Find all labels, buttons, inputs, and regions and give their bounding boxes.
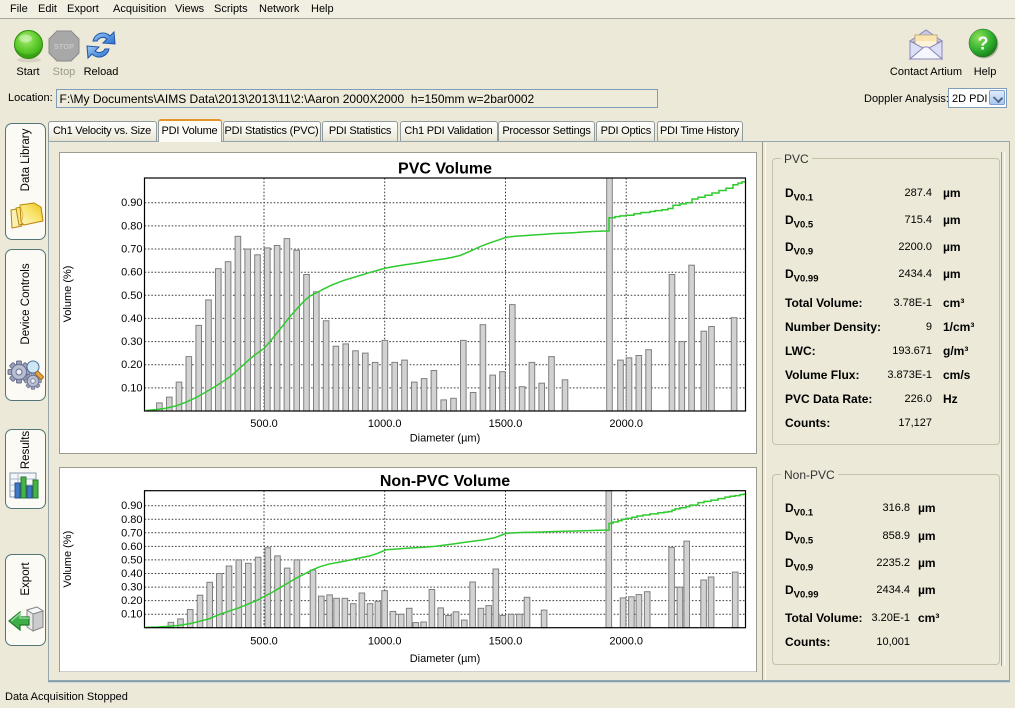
svg-text:Diameter (µm): Diameter (µm) <box>410 653 481 665</box>
svg-text:STOP: STOP <box>54 42 74 51</box>
svg-text:?: ? <box>978 34 989 54</box>
svg-text:Non-PVC Volume: Non-PVC Volume <box>380 473 510 490</box>
svg-text:PVC Volume: PVC Volume <box>398 161 492 178</box>
svg-text:Diameter (µm): Diameter (µm) <box>410 433 481 445</box>
